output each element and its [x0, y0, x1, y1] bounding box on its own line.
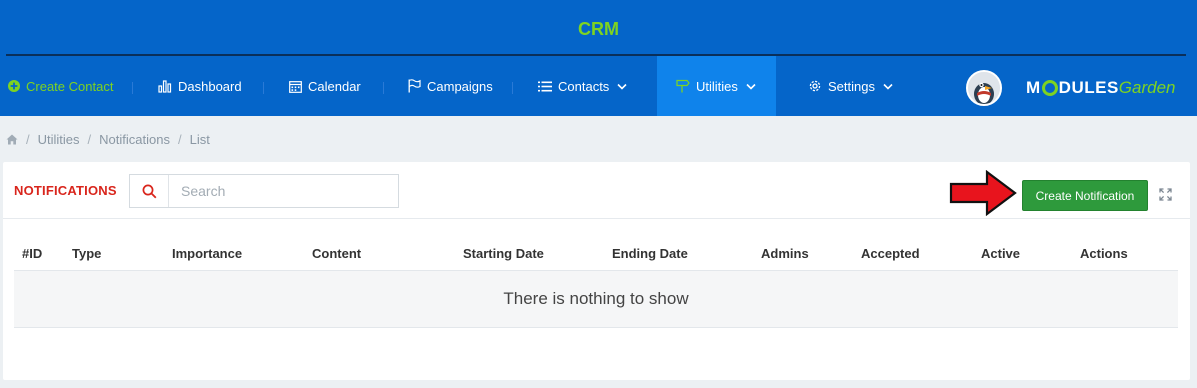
- breadcrumb-utilities[interactable]: Utilities: [38, 132, 80, 147]
- search-icon: [142, 184, 156, 198]
- plus-circle-icon: [8, 80, 20, 92]
- breadcrumb-separator: /: [87, 131, 92, 147]
- nav-divider: [383, 82, 384, 94]
- column-header-actions: Actions: [1080, 246, 1128, 261]
- breadcrumb-notifications[interactable]: Notifications: [99, 132, 170, 147]
- column-header-admins[interactable]: Admins: [761, 246, 809, 261]
- panel-title: NOTIFICATIONS: [14, 183, 117, 198]
- nav-campaigns[interactable]: Campaigns: [408, 56, 493, 116]
- nav-contacts-label: Contacts: [558, 78, 610, 94]
- nav-utilities[interactable]: Utilities: [657, 56, 776, 116]
- nav-divider: [263, 82, 264, 94]
- app-title: CRM: [578, 19, 619, 39]
- logo-o-ring: [1041, 80, 1058, 96]
- column-header-starting-date[interactable]: Starting Date: [463, 246, 544, 261]
- arrow-right-icon: [949, 170, 1017, 216]
- breadcrumb-separator: /: [177, 131, 182, 147]
- chevron-down-icon: [883, 83, 893, 90]
- breadcrumb-separator: /: [26, 131, 30, 147]
- table-header: #ID Type Importance Content Starting Dat…: [14, 238, 1178, 271]
- nav-settings[interactable]: Settings: [808, 56, 893, 116]
- nav-campaigns-label: Campaigns: [427, 78, 493, 94]
- column-header-accepted[interactable]: Accepted: [861, 246, 920, 261]
- gear-icon: [809, 80, 821, 92]
- breadcrumb-list: List: [189, 131, 210, 147]
- search-box: [129, 174, 399, 208]
- chevron-down-icon: [746, 83, 756, 90]
- column-header-importance[interactable]: Importance: [172, 246, 242, 261]
- column-header-id[interactable]: #ID: [22, 246, 42, 261]
- nav-utilities-label: Utilities: [696, 78, 738, 94]
- signpost-icon: [676, 79, 690, 93]
- flag-icon: [408, 79, 421, 93]
- main-navigation: Create Contact Dashboard Calendar Campai…: [0, 56, 1197, 116]
- logo-text-m: M: [1026, 78, 1041, 97]
- notifications-table: #ID Type Importance Content Starting Dat…: [14, 238, 1178, 328]
- list-icon: [538, 81, 552, 91]
- modulesgarden-logo: M DULES Garden: [1026, 77, 1176, 99]
- nav-divider: [512, 82, 513, 94]
- create-notification-button[interactable]: Create Notification: [1022, 180, 1148, 211]
- search-input[interactable]: [169, 175, 398, 207]
- home-icon[interactable]: [6, 134, 18, 145]
- column-header-type[interactable]: Type: [72, 246, 101, 261]
- logo-text-dules: DULES: [1058, 78, 1119, 97]
- bar-chart-icon: [158, 79, 172, 93]
- empty-state-message: There is nothing to show: [503, 289, 689, 308]
- nav-create-contact-label: Create Contact: [26, 78, 114, 94]
- user-avatar[interactable]: [966, 70, 1002, 106]
- nav-create-contact[interactable]: Create Contact: [8, 56, 113, 116]
- column-header-active[interactable]: Active: [981, 246, 1020, 261]
- column-header-content[interactable]: Content: [312, 246, 361, 261]
- top-bar: CRM Create Contact Dashboard Calendar Ca…: [0, 0, 1197, 116]
- calendar-icon: [289, 80, 302, 93]
- avatar-image: [968, 72, 1000, 104]
- notifications-panel: NOTIFICATIONS Create Notification #ID Ty…: [3, 162, 1190, 380]
- nav-calendar[interactable]: Calendar: [289, 56, 361, 116]
- logo-text-garden: Garden: [1118, 78, 1176, 97]
- column-header-ending-date[interactable]: Ending Date: [612, 246, 688, 261]
- nav-contacts[interactable]: Contacts: [538, 56, 627, 116]
- nav-settings-label: Settings: [828, 78, 875, 94]
- nav-calendar-label: Calendar: [308, 78, 361, 94]
- panel-header: NOTIFICATIONS Create Notification: [3, 162, 1190, 219]
- chevron-down-icon: [617, 83, 627, 90]
- nav-divider: [132, 82, 133, 94]
- empty-state-row: There is nothing to show: [14, 271, 1178, 328]
- breadcrumb: / Utilities / Notifications / List: [6, 131, 210, 147]
- expand-icon[interactable]: [1159, 188, 1172, 201]
- nav-dashboard[interactable]: Dashboard: [158, 56, 242, 116]
- nav-dashboard-label: Dashboard: [178, 78, 242, 94]
- search-button[interactable]: [130, 175, 169, 207]
